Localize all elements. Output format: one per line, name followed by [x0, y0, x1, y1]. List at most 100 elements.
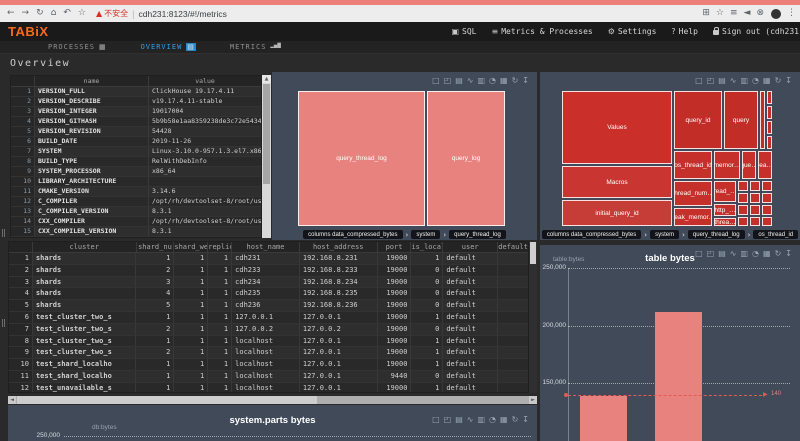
pie-chart-icon[interactable]: ◔	[752, 76, 759, 85]
table-row[interactable]: 11 test_shard_localho 1 1 1 localhost 127.0.0.…	[9, 370, 528, 383]
treemap-que[interactable]: que…	[742, 151, 756, 179]
column-header-shardnu[interactable]: shard_nu	[137, 242, 175, 252]
treemap-os_thread_id[interactable]: os_thread_id	[674, 151, 712, 179]
stack-icon[interactable]: ▦	[500, 415, 508, 424]
line-chart-icon[interactable]: ∿	[467, 76, 474, 85]
treemap-threa[interactable]: threa…	[714, 218, 736, 226]
reload-icon[interactable]: ↻	[36, 5, 44, 22]
forward-icon[interactable]: →	[22, 5, 30, 22]
breadcrumb-item[interactable]: system	[411, 230, 441, 239]
table-row[interactable]: 4 VERSION_GITHASH 5b9b58e1aa8359238de3c72e…	[11, 117, 261, 127]
breadcrumb-item[interactable]: system	[650, 230, 680, 239]
treemap-query_log[interactable]: query_log	[427, 91, 505, 226]
table-row[interactable]: 13 C_COMPILER_VERSION 8.3.1	[11, 207, 261, 217]
version-table-scrollbar[interactable]: ▲	[262, 75, 271, 238]
treemap-cell[interactable]	[750, 217, 760, 226]
column-header-cluster[interactable]: cluster	[33, 242, 137, 252]
scroll-up-icon[interactable]: ▲	[262, 75, 271, 83]
treemap-query[interactable]: query	[724, 91, 758, 149]
table-row[interactable]: 12 C_COMPILER/opt/rh/devtoolset-8/root/us	[11, 197, 261, 207]
treemap-rea[interactable]: rea…	[758, 151, 772, 179]
scroll-right-icon[interactable]: ►	[529, 396, 537, 404]
treemap-cell[interactable]	[750, 193, 760, 203]
tab-overview[interactable]: OVERVIEW ▤	[141, 43, 196, 51]
treemap-cell[interactable]	[738, 193, 748, 203]
save-image-icon[interactable]: ↧	[522, 415, 529, 424]
table-row[interactable]: 16C_FLAGS-pipe -msse4.1 -msse4.2 -mpo	[11, 237, 261, 238]
table-row[interactable]: 8 BUILD_TYPE RelWithDebInfo	[11, 157, 261, 167]
table-row[interactable]: 2 VERSION_DESCRIBE v19.17.4.11-stable	[11, 97, 261, 107]
breadcrumb-item[interactable]: query_thread_log	[449, 230, 506, 239]
column-header-port[interactable]: port	[378, 242, 412, 252]
line-chart-icon[interactable]: ∿	[467, 415, 474, 424]
menu-help[interactable]: ? Help	[671, 27, 698, 36]
table-row[interactable]: 3 shards 3 1 1 cdh234 192.168.8.234 19000 0 defau…	[9, 276, 528, 289]
table-row[interactable]: 9 test_cluster_two_s 2 1 1 localhost 127.0.0.1…	[9, 347, 528, 360]
horizontal-scrollbar[interactable]: ◄ ►	[8, 396, 537, 404]
line-chart-icon[interactable]: ∿	[730, 249, 737, 258]
pie-chart-icon[interactable]: ◔	[752, 249, 759, 258]
menu-sql[interactable]: ▣ SQL	[451, 27, 476, 36]
line-chart-icon[interactable]: ∿	[730, 76, 737, 85]
column-header-default[interactable]: default	[498, 242, 528, 252]
treemap-cell[interactable]	[767, 121, 772, 134]
home-icon[interactable]: ⌂	[51, 5, 57, 22]
column-header-hostname[interactable]: host_name	[232, 242, 300, 252]
tab-processes[interactable]: PROCESSES ▦	[48, 43, 107, 51]
select-zoom-icon[interactable]: □	[695, 76, 703, 85]
restore-icon[interactable]: ↻	[775, 249, 782, 258]
table-row[interactable]: 10 test_shard_localho 1 1 1 localhost 127.0.0.…	[9, 359, 528, 371]
pie-chart-icon[interactable]: ◔	[489, 76, 496, 85]
treemap-cell[interactable]	[750, 181, 760, 191]
bar-0[interactable]	[580, 395, 627, 441]
treemap-query_id[interactable]: query_id	[674, 91, 722, 149]
save-image-icon[interactable]: ↧	[522, 76, 529, 85]
treemap-memor[interactable]: memor…	[714, 151, 740, 179]
extension-media-icon[interactable]: ◄	[744, 5, 751, 22]
pie-chart-icon[interactable]: ◔	[489, 415, 496, 424]
column-header-value[interactable]: value	[149, 76, 261, 86]
pane-splitter-grip[interactable]: ‖	[1, 228, 6, 237]
bar-chart-icon[interactable]: ▥	[740, 249, 748, 258]
data-view-icon[interactable]: ▤	[718, 249, 726, 258]
treemap-cell[interactable]	[738, 217, 748, 226]
breadcrumb-item[interactable]: os_thread_id	[753, 230, 799, 239]
treemap-cell[interactable]	[750, 205, 760, 215]
column-header-hostaddress[interactable]: host_address	[300, 242, 378, 252]
treemap-thread_num[interactable]: thread_num…	[674, 181, 712, 206]
breadcrumb-item[interactable]: query_thread_log	[687, 230, 745, 239]
bookmark-star-icon[interactable]: ☆	[78, 5, 86, 22]
treemap-cell[interactable]	[762, 217, 772, 226]
treemap-cell[interactable]	[767, 91, 772, 104]
scrollbar-thumb[interactable]	[530, 242, 536, 264]
extension-grid-icon[interactable]: ⊞	[702, 5, 710, 22]
treemap-peak_memor[interactable]: peak_memor…	[674, 208, 712, 226]
treemap-Macros[interactable]: Macros	[562, 166, 672, 198]
treemap-Values[interactable]: Values	[562, 91, 672, 164]
zoom-reset-icon[interactable]: ◰	[444, 415, 452, 424]
treemap-query_thread_log[interactable]: query_thread_log	[298, 91, 425, 226]
table-row[interactable]: 9 SYSTEM_PROCESSOR x86_64	[11, 167, 261, 177]
treemap-cell[interactable]	[762, 181, 772, 191]
column-header-replica[interactable]: replica_	[208, 242, 233, 252]
pane-splitter-grip[interactable]: ‖	[1, 318, 6, 327]
treemap-cell[interactable]	[767, 106, 772, 119]
table-row[interactable]: 2 shards 2 1 1 cdh233 192.168.8.233 19000 0 defau…	[9, 264, 528, 277]
table-row[interactable]: 11 CMAKE_VERSION 3.14.6	[11, 187, 261, 197]
zoom-reset-icon[interactable]: ◰	[444, 76, 452, 85]
data-view-icon[interactable]: ▤	[455, 415, 463, 424]
restore-icon[interactable]: ↻	[775, 76, 782, 85]
menu-metrics[interactable]: ≡ Metrics & Processes	[492, 27, 593, 36]
table-row[interactable]: 7 test_cluster_two_s 2 1 1 127.0.0.2 127.0.0.2…	[9, 323, 528, 336]
treemap-cell[interactable]	[762, 205, 772, 215]
table-row[interactable]: 5 VERSION_REVISION 54428	[11, 127, 261, 137]
treemap-cell[interactable]	[738, 205, 748, 215]
select-zoom-icon[interactable]: □	[432, 76, 440, 85]
bar-chart-icon[interactable]: ▥	[477, 76, 485, 85]
select-zoom-icon[interactable]: □	[695, 249, 703, 258]
table-row[interactable]: 10 LIBRARY_ARCHITECTURE	[11, 177, 261, 187]
column-header-islocal[interactable]: is_local	[411, 242, 444, 252]
zoom-reset-icon[interactable]: ◰	[707, 249, 715, 258]
bar-chart-icon[interactable]: ▥	[740, 76, 748, 85]
column-header-name[interactable]: name	[35, 76, 149, 86]
